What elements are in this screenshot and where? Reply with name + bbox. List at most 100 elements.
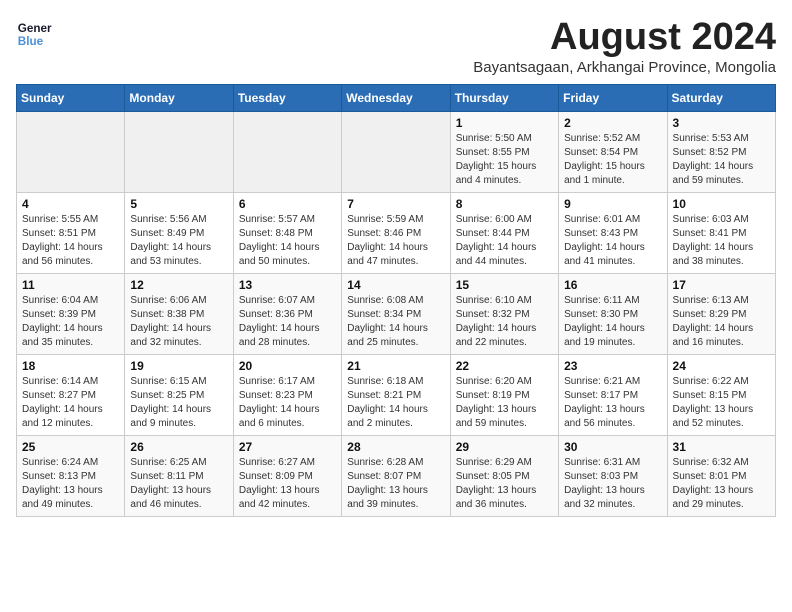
calendar-cell bbox=[342, 112, 450, 193]
day-number: 17 bbox=[673, 278, 770, 292]
calendar-cell bbox=[233, 112, 341, 193]
calendar-body: 1 Sunrise: 5:50 AM Sunset: 8:55 PM Daylig… bbox=[17, 112, 776, 517]
calendar-cell: 6 Sunrise: 5:57 AM Sunset: 8:48 PM Daylig… bbox=[233, 193, 341, 274]
calendar-cell: 19 Sunrise: 6:15 AM Sunset: 8:25 PM Dayli… bbox=[125, 355, 233, 436]
calendar-cell: 12 Sunrise: 6:06 AM Sunset: 8:38 PM Dayli… bbox=[125, 274, 233, 355]
day-number: 28 bbox=[347, 440, 444, 454]
calendar-cell: 10Sunrise: 6:03 AM Sunset: 8:41 PM Dayli… bbox=[667, 193, 775, 274]
day-info: Sunrise: 6:03 AM Sunset: 8:41 PM Dayligh… bbox=[673, 213, 770, 269]
day-info: Sunrise: 6:18 AM Sunset: 8:21 PM Dayligh… bbox=[347, 375, 444, 431]
calendar-week-5: 25 Sunrise: 6:24 AM Sunset: 8:13 PM Dayli… bbox=[17, 436, 776, 517]
day-number: 18 bbox=[22, 359, 119, 373]
day-info: Sunrise: 6:13 AM Sunset: 8:29 PM Dayligh… bbox=[673, 294, 770, 350]
day-number: 15 bbox=[456, 278, 553, 292]
logo-icon: General Blue bbox=[16, 16, 52, 52]
day-info: Sunrise: 6:29 AM Sunset: 8:05 PM Dayligh… bbox=[456, 456, 553, 512]
calendar-cell bbox=[17, 112, 125, 193]
calendar-cell: 5 Sunrise: 5:56 AM Sunset: 8:49 PM Daylig… bbox=[125, 193, 233, 274]
calendar-cell: 22Sunrise: 6:20 AM Sunset: 8:19 PM Dayli… bbox=[450, 355, 558, 436]
calendar-cell: 3 Sunrise: 5:53 AM Sunset: 8:52 PM Daylig… bbox=[667, 112, 775, 193]
day-info: Sunrise: 5:50 AM Sunset: 8:55 PM Dayligh… bbox=[456, 132, 553, 188]
day-number: 3 bbox=[673, 116, 770, 130]
calendar-cell: 18Sunrise: 6:14 AM Sunset: 8:27 PM Dayli… bbox=[17, 355, 125, 436]
calendar-cell: 8 Sunrise: 6:00 AM Sunset: 8:44 PM Daylig… bbox=[450, 193, 558, 274]
day-number: 30 bbox=[564, 440, 661, 454]
calendar-cell: 21 Sunrise: 6:18 AM Sunset: 8:21 PM Dayli… bbox=[342, 355, 450, 436]
day-info: Sunrise: 6:10 AM Sunset: 8:32 PM Dayligh… bbox=[456, 294, 553, 350]
day-number: 13 bbox=[239, 278, 336, 292]
day-number: 22 bbox=[456, 359, 553, 373]
header-day-wednesday: Wednesday bbox=[342, 85, 450, 112]
day-number: 26 bbox=[130, 440, 227, 454]
day-number: 25 bbox=[22, 440, 119, 454]
logo: General Blue bbox=[16, 16, 52, 52]
day-number: 23 bbox=[564, 359, 661, 373]
calendar-cell: 31 Sunrise: 6:32 AM Sunset: 8:01 PM Dayli… bbox=[667, 436, 775, 517]
calendar-cell: 16 Sunrise: 6:11 AM Sunset: 8:30 PM Dayli… bbox=[559, 274, 667, 355]
calendar-cell: 27Sunrise: 6:27 AM Sunset: 8:09 PM Dayli… bbox=[233, 436, 341, 517]
calendar-cell: 29 Sunrise: 6:29 AM Sunset: 8:05 PM Dayli… bbox=[450, 436, 558, 517]
calendar-cell: 17 Sunrise: 6:13 AM Sunset: 8:29 PM Dayli… bbox=[667, 274, 775, 355]
day-number: 19 bbox=[130, 359, 227, 373]
day-info: Sunrise: 6:04 AM Sunset: 8:39 PM Dayligh… bbox=[22, 294, 119, 350]
day-number: 5 bbox=[130, 197, 227, 211]
calendar-cell: 7 Sunrise: 5:59 AM Sunset: 8:46 PM Daylig… bbox=[342, 193, 450, 274]
day-info: Sunrise: 5:59 AM Sunset: 8:46 PM Dayligh… bbox=[347, 213, 444, 269]
day-info: Sunrise: 6:32 AM Sunset: 8:01 PM Dayligh… bbox=[673, 456, 770, 512]
day-number: 2 bbox=[564, 116, 661, 130]
day-number: 1 bbox=[456, 116, 553, 130]
calendar-cell bbox=[125, 112, 233, 193]
day-number: 27 bbox=[239, 440, 336, 454]
day-number: 4 bbox=[22, 197, 119, 211]
day-info: Sunrise: 6:11 AM Sunset: 8:30 PM Dayligh… bbox=[564, 294, 661, 350]
day-info: Sunrise: 5:52 AM Sunset: 8:54 PM Dayligh… bbox=[564, 132, 661, 188]
calendar-cell: 14 Sunrise: 6:08 AM Sunset: 8:34 PM Dayli… bbox=[342, 274, 450, 355]
day-info: Sunrise: 6:07 AM Sunset: 8:36 PM Dayligh… bbox=[239, 294, 336, 350]
day-number: 16 bbox=[564, 278, 661, 292]
day-number: 7 bbox=[347, 197, 444, 211]
day-number: 11 bbox=[22, 278, 119, 292]
day-number: 20 bbox=[239, 359, 336, 373]
day-number: 14 bbox=[347, 278, 444, 292]
day-info: Sunrise: 5:56 AM Sunset: 8:49 PM Dayligh… bbox=[130, 213, 227, 269]
header-day-tuesday: Tuesday bbox=[233, 85, 341, 112]
day-info: Sunrise: 5:53 AM Sunset: 8:52 PM Dayligh… bbox=[673, 132, 770, 188]
calendar-cell: 25 Sunrise: 6:24 AM Sunset: 8:13 PM Dayli… bbox=[17, 436, 125, 517]
calendar-cell: 4 Sunrise: 5:55 AM Sunset: 8:51 PM Daylig… bbox=[17, 193, 125, 274]
day-info: Sunrise: 6:15 AM Sunset: 8:25 PM Dayligh… bbox=[130, 375, 227, 431]
day-number: 21 bbox=[347, 359, 444, 373]
day-info: Sunrise: 6:22 AM Sunset: 8:15 PM Dayligh… bbox=[673, 375, 770, 431]
day-info: Sunrise: 6:00 AM Sunset: 8:44 PM Dayligh… bbox=[456, 213, 553, 269]
calendar-cell: 26 Sunrise: 6:25 AM Sunset: 8:11 PM Dayli… bbox=[125, 436, 233, 517]
day-number: 8 bbox=[456, 197, 553, 211]
calendar-cell: 13 Sunrise: 6:07 AM Sunset: 8:36 PM Dayli… bbox=[233, 274, 341, 355]
day-number: 6 bbox=[239, 197, 336, 211]
day-number: 31 bbox=[673, 440, 770, 454]
calendar-cell: 24Sunrise: 6:22 AM Sunset: 8:15 PM Dayli… bbox=[667, 355, 775, 436]
calendar-week-2: 4 Sunrise: 5:55 AM Sunset: 8:51 PM Daylig… bbox=[17, 193, 776, 274]
month-title: August 2024 bbox=[473, 16, 776, 59]
calendar-cell: 28 Sunrise: 6:28 AM Sunset: 8:07 PM Dayli… bbox=[342, 436, 450, 517]
day-info: Sunrise: 6:08 AM Sunset: 8:34 PM Dayligh… bbox=[347, 294, 444, 350]
day-info: Sunrise: 6:28 AM Sunset: 8:07 PM Dayligh… bbox=[347, 456, 444, 512]
calendar-cell: 15 Sunrise: 6:10 AM Sunset: 8:32 PM Dayli… bbox=[450, 274, 558, 355]
day-info: Sunrise: 6:01 AM Sunset: 8:43 PM Dayligh… bbox=[564, 213, 661, 269]
day-info: Sunrise: 5:55 AM Sunset: 8:51 PM Dayligh… bbox=[22, 213, 119, 269]
calendar-week-4: 18Sunrise: 6:14 AM Sunset: 8:27 PM Dayli… bbox=[17, 355, 776, 436]
calendar-cell: 2 Sunrise: 5:52 AM Sunset: 8:54 PM Daylig… bbox=[559, 112, 667, 193]
svg-text:Blue: Blue bbox=[18, 35, 44, 48]
header-day-sunday: Sunday bbox=[17, 85, 125, 112]
title-area: August 2024 Bayantsagaan, Arkhangai Prov… bbox=[473, 16, 776, 76]
calendar-header: SundayMondayTuesdayWednesdayThursdayFrid… bbox=[17, 85, 776, 112]
day-info: Sunrise: 5:57 AM Sunset: 8:48 PM Dayligh… bbox=[239, 213, 336, 269]
day-info: Sunrise: 6:21 AM Sunset: 8:17 PM Dayligh… bbox=[564, 375, 661, 431]
day-info: Sunrise: 6:25 AM Sunset: 8:11 PM Dayligh… bbox=[130, 456, 227, 512]
day-number: 9 bbox=[564, 197, 661, 211]
header-day-monday: Monday bbox=[125, 85, 233, 112]
day-number: 12 bbox=[130, 278, 227, 292]
day-number: 29 bbox=[456, 440, 553, 454]
svg-text:General: General bbox=[18, 22, 52, 35]
day-info: Sunrise: 6:06 AM Sunset: 8:38 PM Dayligh… bbox=[130, 294, 227, 350]
day-info: Sunrise: 6:24 AM Sunset: 8:13 PM Dayligh… bbox=[22, 456, 119, 512]
location-subtitle: Bayantsagaan, Arkhangai Province, Mongol… bbox=[473, 59, 776, 76]
